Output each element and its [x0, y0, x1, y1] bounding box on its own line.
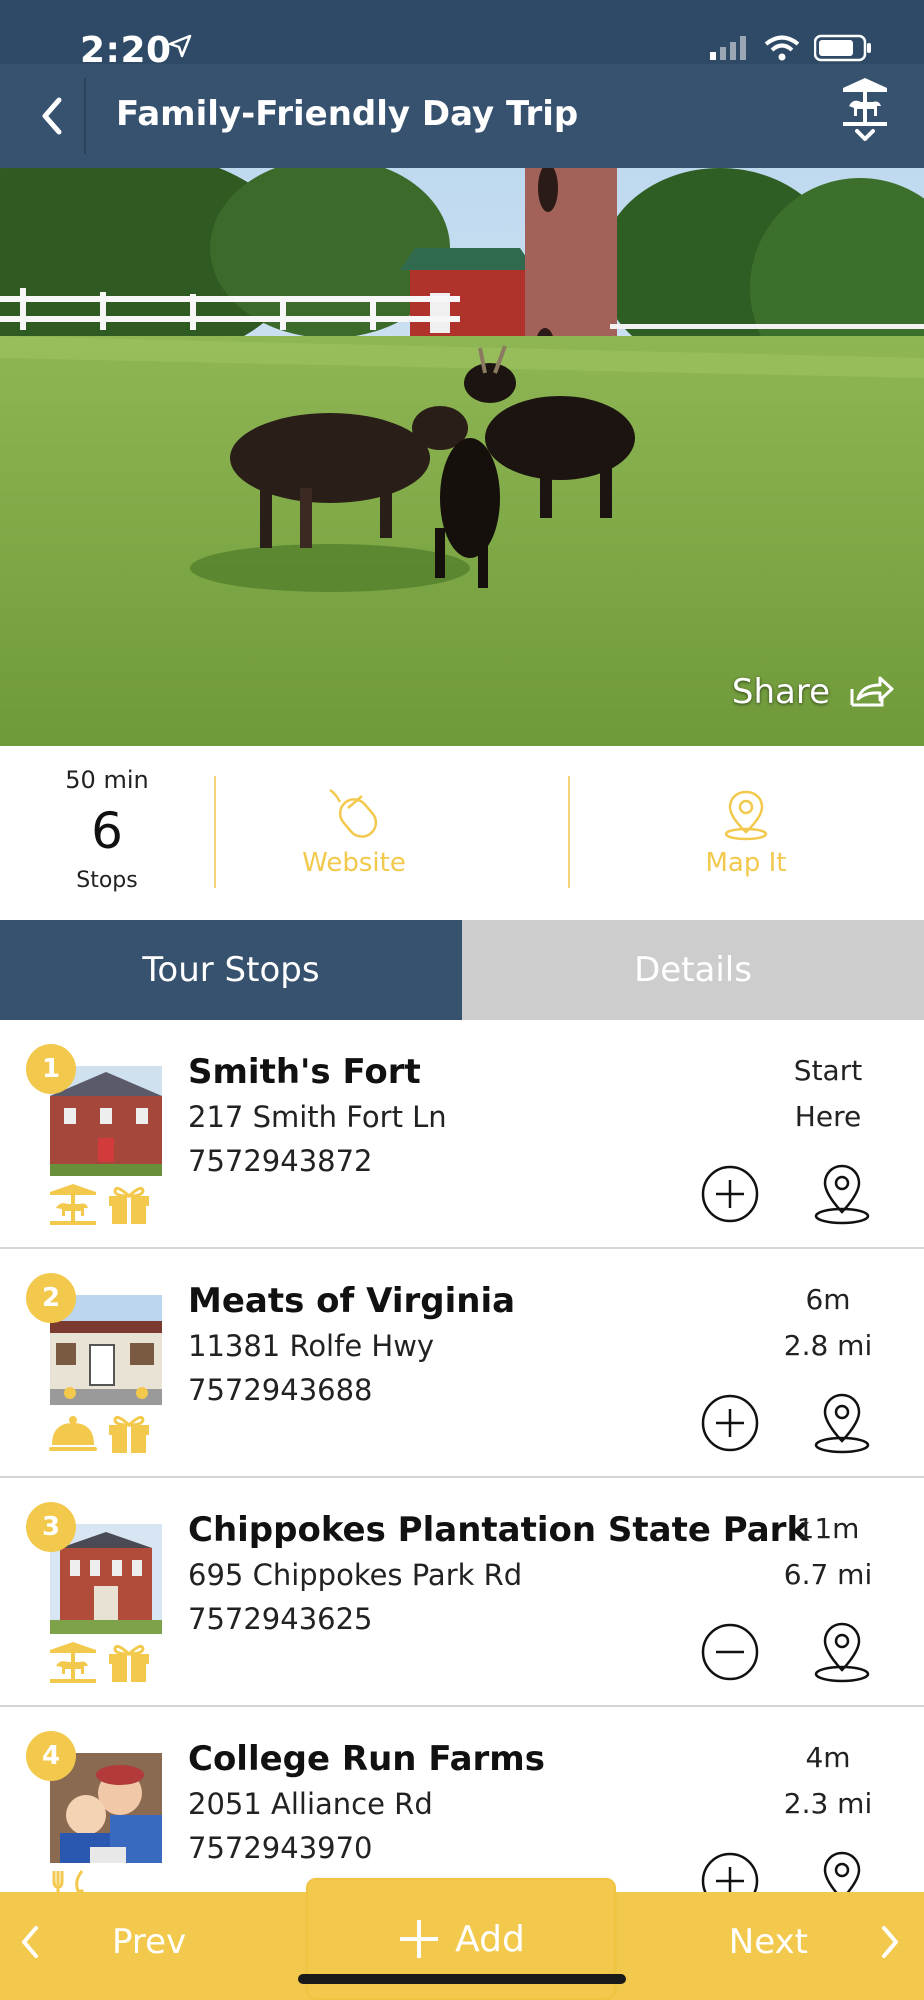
- stop-number-badge: 3: [26, 1502, 76, 1552]
- status-bar: 2:20: [0, 0, 924, 71]
- home-indicator: [298, 1974, 626, 1984]
- stop-distance: 2.3 mi: [783, 1787, 873, 1820]
- stop-travel-time: 6m: [805, 1283, 851, 1316]
- stop-map-button[interactable]: [812, 1620, 872, 1684]
- map-pin-icon: [823, 1851, 861, 1892]
- tab-details[interactable]: Details: [462, 920, 924, 1020]
- list-item[interactable]: 4 College Run Farms 2051 Alliance Rd 757…: [0, 1707, 924, 1892]
- add-stop-button[interactable]: [700, 1393, 760, 1453]
- prev-label: Prev: [112, 1922, 187, 1962]
- stop-address: 217 Smith Fort Ln: [188, 1100, 447, 1134]
- tab-tour-stops[interactable]: Tour Stops: [0, 920, 462, 1020]
- chevron-left-icon: [42, 97, 62, 135]
- chevron-right-icon: [882, 1926, 898, 1958]
- stop-distance: 6.7 mi: [783, 1558, 873, 1591]
- page-title: Family-Friendly Day Trip: [116, 94, 579, 134]
- nav-divider: [84, 78, 86, 154]
- stop-map-button[interactable]: [812, 1162, 872, 1226]
- map-it-button[interactable]: Map It: [608, 786, 884, 878]
- stop-phone[interactable]: 7572943872: [188, 1144, 373, 1178]
- gift-icon: [109, 1644, 149, 1682]
- stop-category-icons: [48, 1869, 98, 1892]
- stop-name[interactable]: College Run Farms: [188, 1739, 545, 1779]
- stop-address: 695 Chippokes Park Rd: [188, 1558, 523, 1592]
- stop-category-icons: [48, 1640, 152, 1684]
- share-button[interactable]: Share: [732, 672, 894, 712]
- mouse-icon: [329, 788, 378, 838]
- stop-count-label: Stops: [76, 868, 138, 893]
- back-button[interactable]: [22, 86, 82, 146]
- trip-stats: 50 min 6 Stops Website Map It: [0, 746, 924, 920]
- gift-icon: [109, 1415, 149, 1453]
- stop-distance: Here: [794, 1100, 862, 1133]
- map-pin-icon: [724, 790, 768, 841]
- category-menu-button[interactable]: [836, 76, 894, 160]
- trip-duration: 50 min: [65, 766, 149, 794]
- next-label: Next: [728, 1922, 808, 1962]
- nav-bar: Family-Friendly Day Trip: [0, 64, 924, 168]
- dining-utensils-icon: [52, 1870, 84, 1892]
- stop-number-badge: 2: [26, 1273, 76, 1323]
- share-label: Share: [731, 672, 830, 712]
- carousel-icon: [843, 78, 887, 126]
- map-pin-icon: [814, 1164, 870, 1225]
- stop-phone[interactable]: 7572943688: [188, 1373, 373, 1407]
- food-cloche-icon: [49, 1416, 97, 1451]
- tour-stops-list[interactable]: 1 Smith's Fort 217 Smith Fort Ln 7572943…: [0, 1020, 924, 1892]
- cell-signal-icon: [710, 36, 750, 64]
- stop-phone[interactable]: 7572943970: [188, 1831, 373, 1865]
- stop-address: 2051 Alliance Rd: [188, 1787, 433, 1821]
- chevron-down-icon: [855, 129, 875, 141]
- list-item[interactable]: 3 Chippokes Plantation State Park 695 Ch…: [0, 1478, 924, 1707]
- stop-travel-time: Start: [793, 1054, 863, 1087]
- gift-icon: [109, 1186, 149, 1224]
- plus-circle-icon: [701, 1394, 759, 1452]
- carousel-icon: [50, 1642, 96, 1683]
- stats-divider: [568, 776, 570, 888]
- location-arrow-icon: [168, 34, 192, 62]
- stop-travel-time: 11m: [796, 1512, 860, 1545]
- minus-circle-icon: [701, 1623, 759, 1681]
- stop-name[interactable]: Smith's Fort: [188, 1052, 421, 1092]
- stop-map-button[interactable]: [812, 1391, 872, 1455]
- stop-name[interactable]: Meats of Virginia: [188, 1281, 515, 1321]
- stop-phone[interactable]: 7572943625: [188, 1602, 373, 1636]
- stop-count: 6: [91, 802, 123, 860]
- battery-icon: [813, 34, 872, 66]
- stop-address: 11381 Rolfe Hwy: [188, 1329, 435, 1363]
- hero-image: Share: [0, 168, 924, 746]
- stop-category-icons: [48, 1411, 152, 1455]
- map-it-label: Map It: [705, 848, 787, 878]
- prev-button[interactable]: Prev: [18, 1922, 186, 1962]
- list-item[interactable]: 2 Meats of Virginia 11381 Rolfe Hwy 7572…: [0, 1249, 924, 1478]
- stop-distance: 2.8 mi: [783, 1329, 873, 1362]
- website-button[interactable]: Website: [216, 786, 492, 878]
- tour-detail-screen: 2:20 Family-Friendly Day Trip Share 50 m…: [0, 0, 924, 2000]
- map-pin-icon: [814, 1622, 870, 1683]
- plus-circle-icon: [701, 1852, 759, 1892]
- add-stop-button[interactable]: [700, 1851, 760, 1892]
- plus-circle-icon: [701, 1165, 759, 1223]
- wifi-icon: [764, 35, 800, 65]
- stop-number-badge: 1: [26, 1044, 76, 1094]
- stop-number-badge: 4: [26, 1731, 76, 1781]
- plus-icon: [400, 1920, 439, 1958]
- carousel-icon: [50, 1184, 96, 1225]
- stop-name[interactable]: Chippokes Plantation State Park: [188, 1510, 809, 1550]
- remove-stop-button[interactable]: [700, 1622, 760, 1682]
- map-pin-icon: [814, 1393, 870, 1454]
- website-label: Website: [302, 848, 406, 878]
- status-indicators: [710, 34, 872, 66]
- add-label: Add: [455, 1918, 525, 1960]
- share-arrow-icon: [850, 676, 894, 707]
- add-stop-button[interactable]: [700, 1164, 760, 1224]
- next-button[interactable]: Next: [729, 1922, 902, 1962]
- stop-travel-time: 4m: [805, 1741, 851, 1774]
- tab-bar: Tour Stops Details: [0, 920, 924, 1020]
- chevron-left-icon: [22, 1926, 38, 1958]
- stop-category-icons: [48, 1182, 152, 1226]
- stop-map-button[interactable]: [812, 1849, 872, 1892]
- list-item[interactable]: 1 Smith's Fort 217 Smith Fort Ln 7572943…: [0, 1020, 924, 1249]
